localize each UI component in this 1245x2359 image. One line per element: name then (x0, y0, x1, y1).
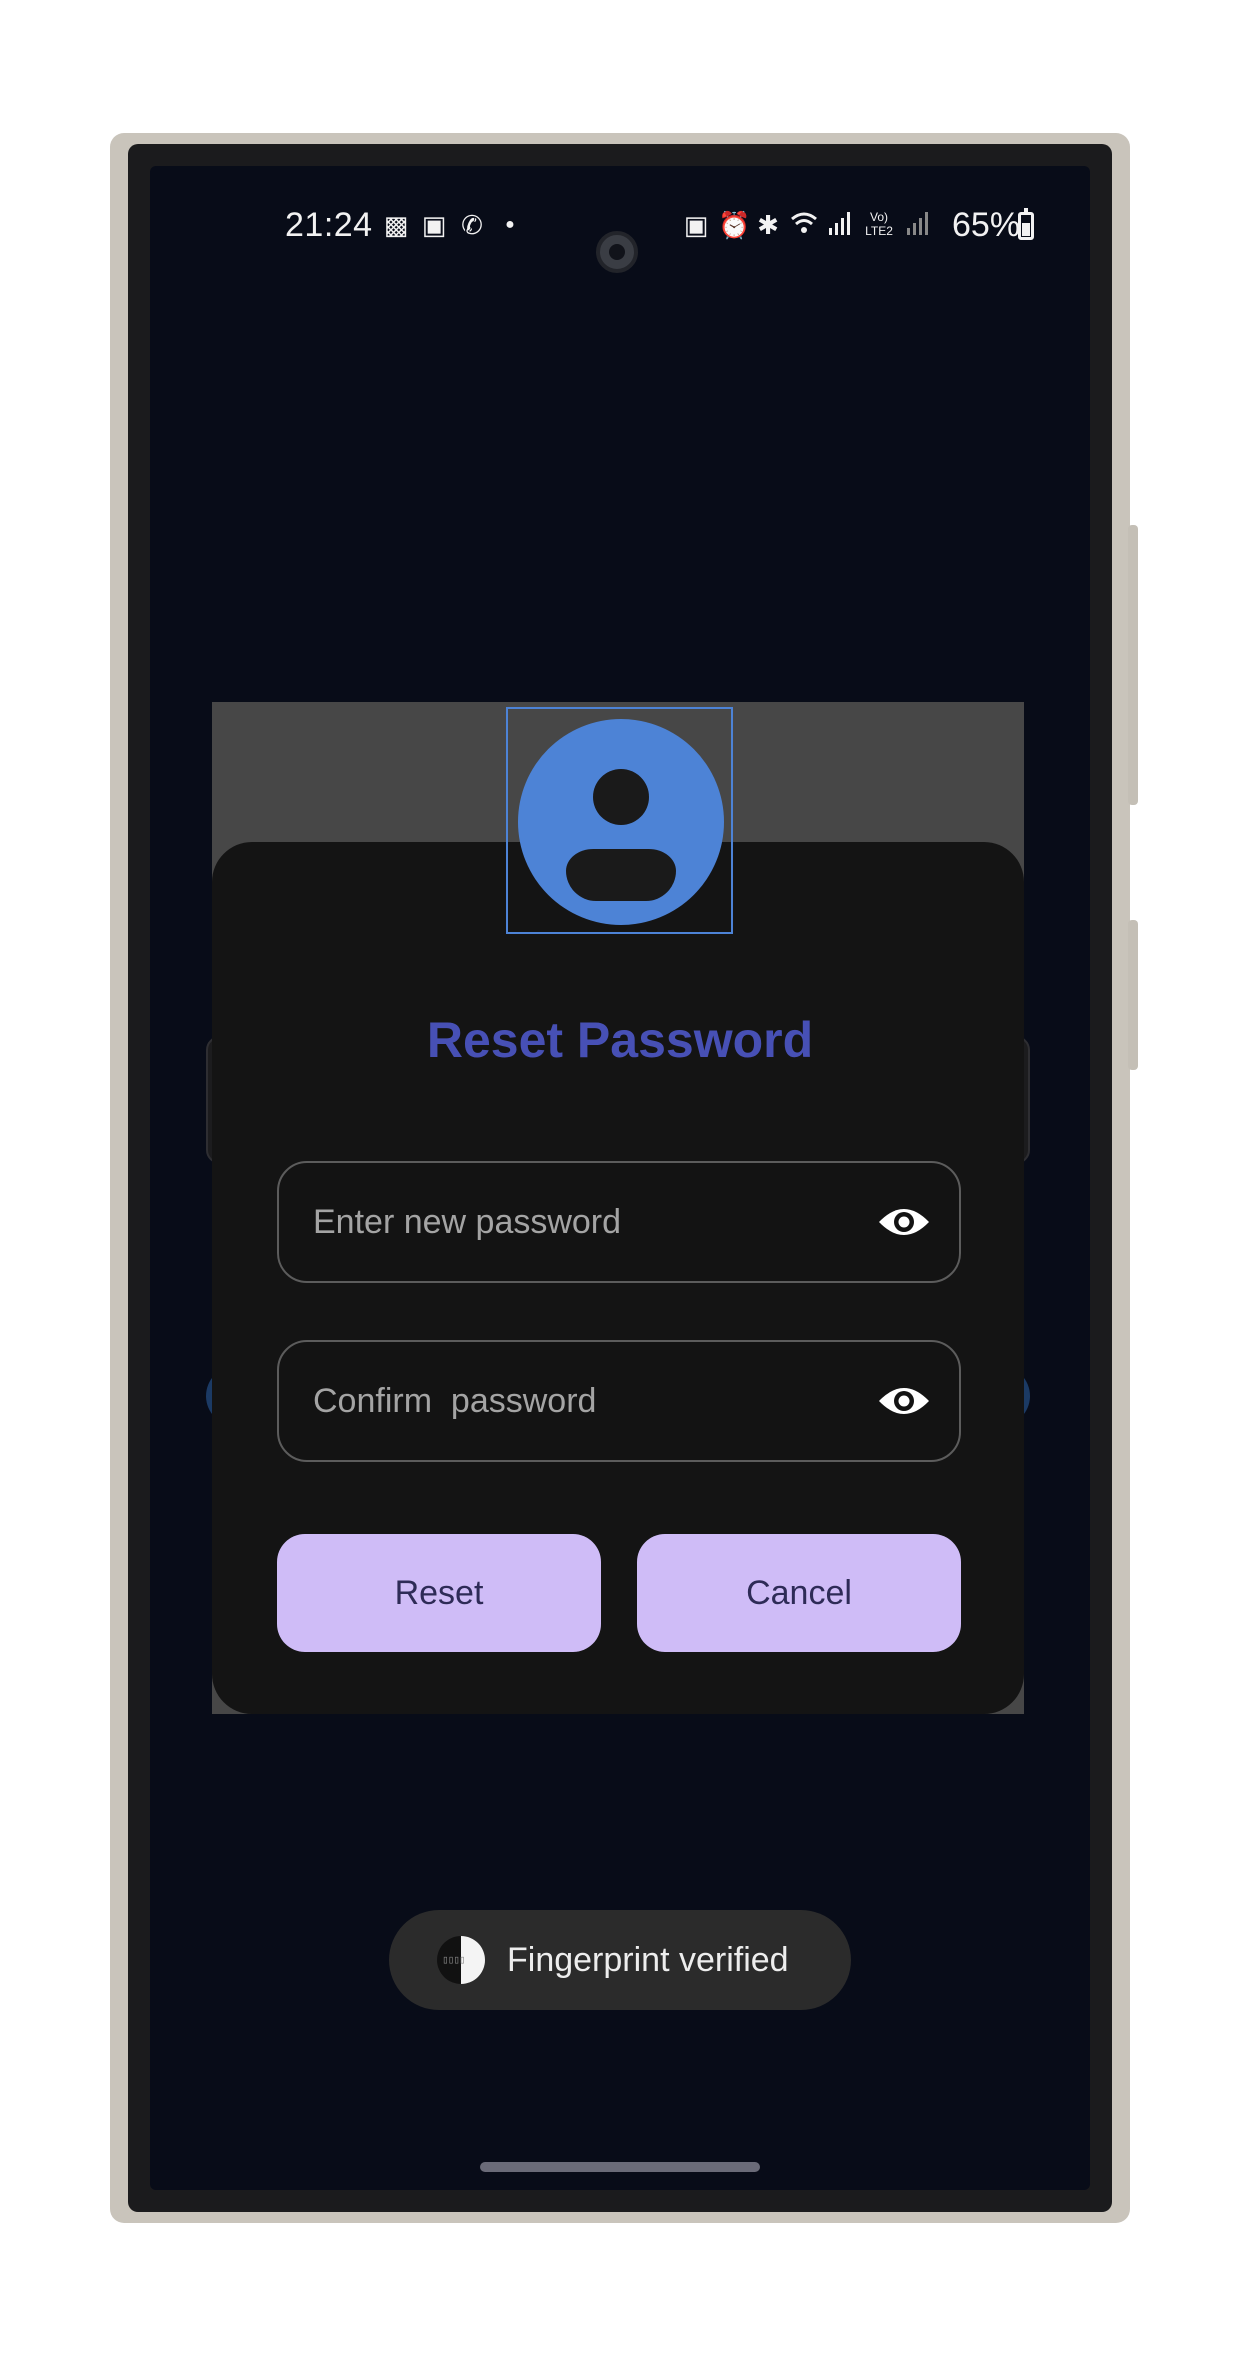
new-password-field[interactable] (277, 1161, 961, 1283)
status-time: 21:24 (285, 206, 373, 244)
front-camera (596, 231, 638, 273)
signal-icon (826, 210, 854, 240)
alarm-icon: ⏰ (718, 210, 751, 240)
notification-icons: ▩ ▣ ✆ ● (382, 210, 524, 240)
screen-cast-icon: ▣ (421, 210, 447, 240)
fingerprint-icon: ▯▯▯▯ (437, 1936, 485, 1984)
dot-icon: ● (505, 216, 515, 233)
signal-icon-2 (904, 210, 932, 240)
battery-percent: 65% (952, 206, 1021, 244)
new-password-input[interactable] (313, 1163, 873, 1281)
gallery-icon: ▩ (383, 210, 409, 240)
avatar-icon (518, 719, 724, 925)
volte-icon: Vo) LTE2 (865, 210, 893, 238)
status-bar: 21:24 ▩ ▣ ✆ ● ▣ ⏰ ✱ Vo) LTE2 65% (150, 206, 1090, 273)
confirm-password-input[interactable] (313, 1342, 873, 1460)
dialog-title: Reset Password (426, 1012, 814, 1068)
battery-icon (1018, 208, 1034, 240)
power-button (1128, 920, 1138, 1070)
cancel-button[interactable]: Cancel (637, 1534, 961, 1652)
home-indicator[interactable] (480, 2162, 760, 2172)
bluetooth-icon: ✱ (757, 210, 779, 240)
system-icons: ▣ ⏰ ✱ Vo) LTE2 (682, 210, 932, 240)
battery-saver-icon: ▣ (683, 210, 709, 240)
whatsapp-icon: ✆ (461, 210, 483, 240)
toast: ▯▯▯▯ Fingerprint verified (389, 1910, 851, 2010)
confirm-password-field[interactable] (277, 1340, 961, 1462)
reset-button[interactable]: Reset (277, 1534, 601, 1652)
eye-icon[interactable] (877, 1204, 931, 1240)
volume-button (1128, 525, 1138, 805)
eye-icon[interactable] (877, 1383, 931, 1419)
avatar-frame (506, 707, 733, 934)
wifi-icon (790, 210, 818, 240)
phone-screen: 21:24 ▩ ▣ ✆ ● ▣ ⏰ ✱ Vo) LTE2 65% Reset P… (150, 166, 1090, 2190)
toast-text: Fingerprint verified (507, 1941, 789, 1979)
